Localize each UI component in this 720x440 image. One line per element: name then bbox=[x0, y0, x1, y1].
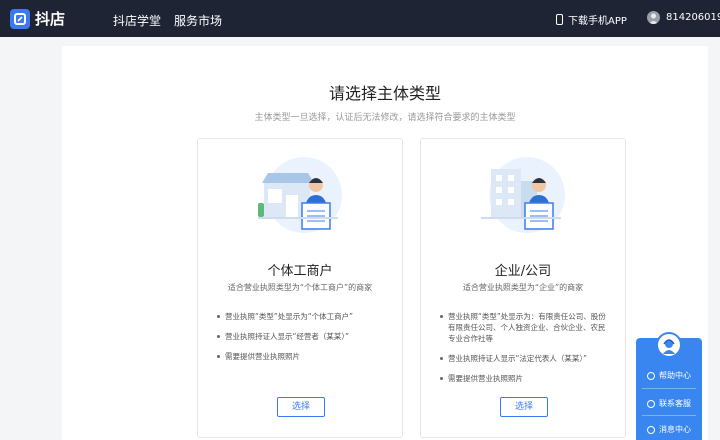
card-enterprise[interactable]: 企业/公司 适合营业执照类型为“企业”的商家 营业执照“类型”处显示为：有限责任… bbox=[420, 138, 626, 438]
nav-item-academy[interactable]: 抖店学堂 bbox=[113, 12, 161, 29]
message-center-label: 消息中心 bbox=[659, 425, 691, 434]
nav-item-service-market[interactable]: 服务市场 bbox=[174, 12, 222, 29]
list-item: 需要提供营业执照照片 bbox=[439, 373, 611, 384]
download-app-link[interactable]: 下载手机APP bbox=[556, 12, 627, 27]
shop-owner-illustration bbox=[254, 155, 348, 245]
list-item: 营业执照持证人显示“经营者（某某）” bbox=[216, 331, 388, 342]
requirements-list: 营业执照“类型”处显示为：有限责任公司、股份有限责任公司、个人独资企业、合伙企业… bbox=[439, 311, 611, 393]
card-individual-business[interactable]: 个体工商户 适合营业执照类型为“个体工商户”的商家 营业执照“类型”处显示为“个… bbox=[197, 138, 403, 438]
divider bbox=[642, 415, 696, 416]
requirements-list: 营业执照“类型”处显示为“个体工商户” 营业执照持证人显示“经营者（某某）” 需… bbox=[216, 311, 388, 371]
card-description: 适合营业执照类型为“个体工商户”的商家 bbox=[227, 283, 373, 292]
card-description: 适合营业执照类型为“企业”的商家 bbox=[462, 283, 584, 292]
download-app-label: 下载手机APP bbox=[568, 16, 627, 27]
customer-service-avatar-icon[interactable] bbox=[656, 332, 682, 358]
logo-icon bbox=[10, 8, 30, 29]
side-help-widget: 帮助中心 联系客服 消息中心 bbox=[636, 332, 702, 440]
avatar-icon bbox=[647, 11, 660, 24]
help-icon bbox=[647, 371, 655, 380]
chat-icon bbox=[647, 399, 655, 408]
bell-icon bbox=[647, 425, 655, 434]
select-enterprise-button[interactable]: 选择 bbox=[500, 397, 548, 417]
card-title: 企业/公司 bbox=[494, 264, 552, 279]
logo-text: 抖店 bbox=[35, 10, 66, 28]
top-navigation-bar: 抖店 抖店学堂 服务市场 下载手机APP 814206019 bbox=[0, 0, 720, 37]
message-center-link[interactable]: 消息中心 bbox=[636, 424, 702, 435]
list-item: 营业执照持证人显示“法定代表人（某某）” bbox=[439, 353, 611, 364]
page-title: 请选择主体类型 bbox=[328, 84, 441, 103]
card-title: 个体工商户 bbox=[267, 264, 333, 279]
contact-support-label: 联系客服 bbox=[659, 399, 691, 408]
help-center-link[interactable]: 帮助中心 bbox=[636, 370, 702, 381]
account-menu[interactable]: 814206019 bbox=[647, 11, 720, 24]
help-center-label: 帮助中心 bbox=[659, 371, 691, 380]
list-item: 营业执照“类型”处显示为：有限责任公司、股份有限责任公司、个人独资企业、合伙企业… bbox=[439, 311, 611, 344]
logo[interactable]: 抖店 bbox=[10, 8, 65, 29]
divider bbox=[642, 388, 696, 389]
enterprise-illustration bbox=[477, 155, 571, 245]
contact-support-link[interactable]: 联系客服 bbox=[636, 398, 702, 409]
list-item: 营业执照“类型”处显示为“个体工商户” bbox=[216, 311, 388, 322]
page-subtitle: 主体类型一旦选择，认证后无法修改，请选择符合要求的主体类型 bbox=[254, 113, 516, 123]
list-item: 需要提供营业执照照片 bbox=[216, 351, 388, 362]
phone-icon bbox=[556, 14, 563, 25]
select-individual-button[interactable]: 选择 bbox=[277, 397, 325, 417]
main-panel: 请选择主体类型 主体类型一旦选择，认证后无法修改，请选择符合要求的主体类型 个体… bbox=[62, 46, 708, 440]
account-id: 814206019 bbox=[666, 12, 720, 23]
